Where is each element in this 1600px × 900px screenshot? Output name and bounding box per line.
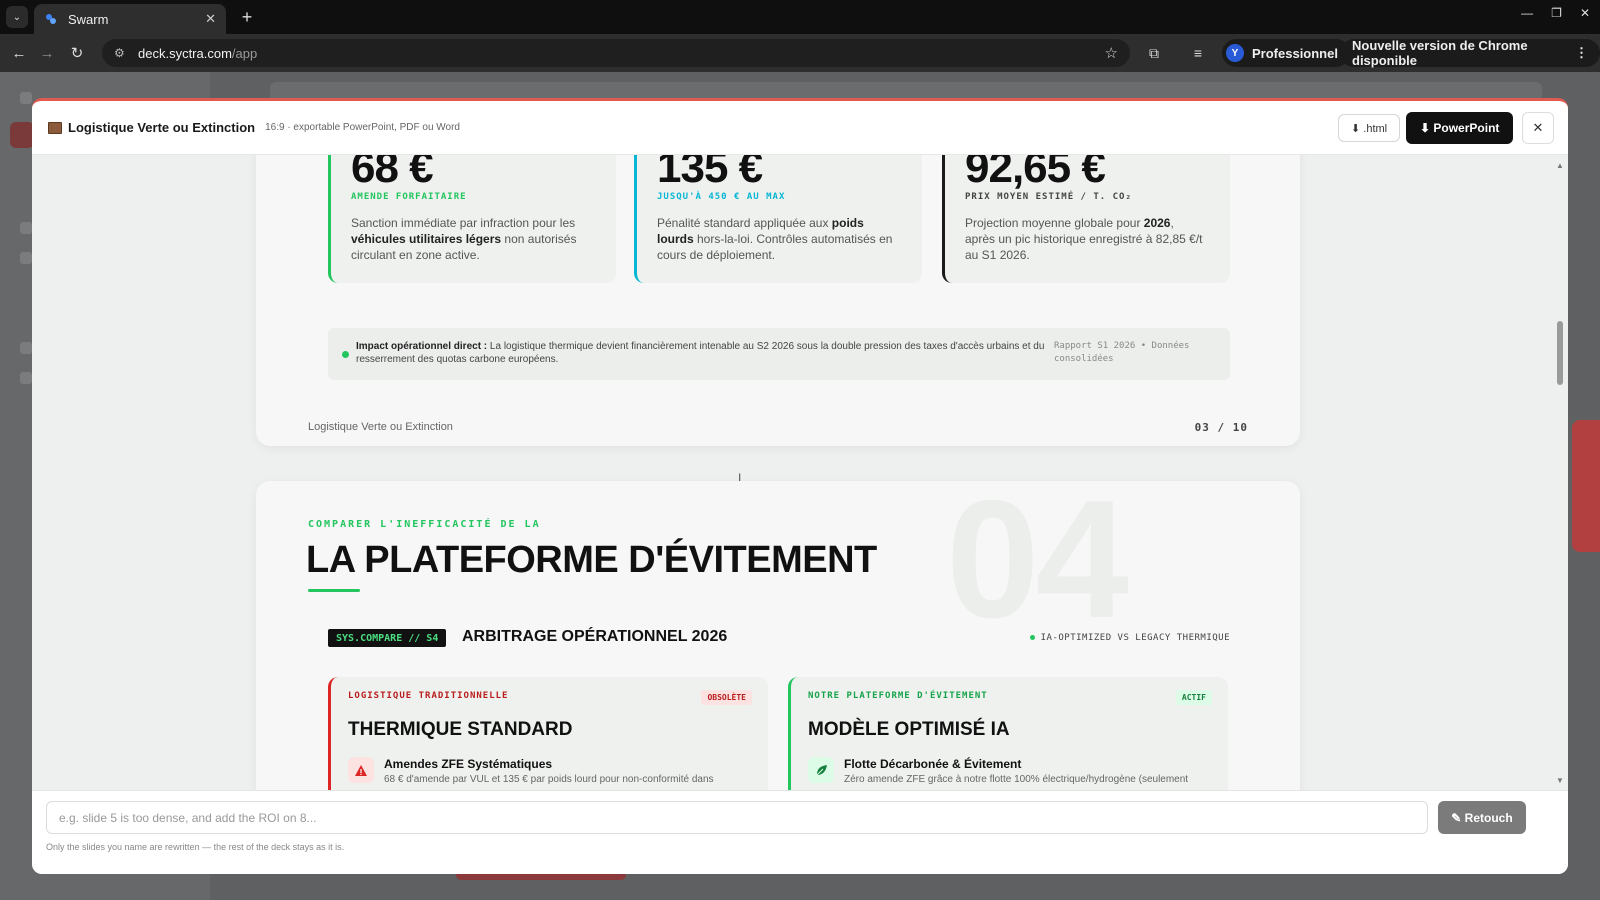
card-item-description: 68 € d'amende par VUL et 135 € par poids… — [384, 774, 714, 785]
media-controls-icon[interactable]: ≡ — [1188, 43, 1208, 63]
stat-card-heavy-fine: 135 € JUSQU'À 450 € AU MAX Pénalité stan… — [634, 155, 922, 283]
comparison-legend: IA-OPTIMIZED VS LEGACY THERMIQUE — [1029, 633, 1230, 643]
slide-page-number: 03 / 10 — [1194, 421, 1248, 434]
stat-caption: JUSQU'À 450 € AU MAX — [657, 192, 786, 202]
card-title: THERMIQUE STANDARD — [348, 719, 573, 740]
slide-kicker: COMPARER L'INEFFICACITÉ DE LA — [308, 519, 541, 530]
reload-icon[interactable]: ↻ — [66, 42, 88, 64]
status-dot — [342, 351, 349, 358]
retouch-prompt-bar: ✎ Retouch Only the slides you name are r… — [32, 790, 1568, 874]
retouch-input[interactable] — [46, 801, 1428, 834]
tab-strip: ⌄ Swarm ✕ + — ❐ ✕ — [0, 0, 1600, 34]
warning-icon — [348, 757, 374, 783]
obsolete-badge: OBSOLÈTE — [701, 690, 752, 705]
scroll-up-icon[interactable]: ▲ — [1556, 161, 1564, 170]
sidebar-icon — [20, 92, 32, 104]
modal-subtitle: 16:9 · exportable PowerPoint, PDF ou Wor… — [265, 122, 460, 133]
site-info-icon[interactable]: ⚙ — [114, 46, 130, 60]
stat-value: 68 € — [351, 155, 434, 192]
sidebar-icon — [20, 342, 32, 354]
deck-preview-modal: Logistique Verte ou Extinction 16:9 · ex… — [32, 98, 1568, 874]
avatar: Y — [1226, 44, 1244, 62]
arbitrage-title: ARBITRAGE OPÉRATIONNEL 2026 — [462, 628, 728, 645]
swarm-favicon-icon — [44, 12, 58, 26]
kebab-menu-icon[interactable]: ⋮ — [1575, 45, 1588, 61]
avoidance-platform-card: NOTRE PLATEFORME D'ÉVITEMENT ACTIF MODÈL… — [788, 677, 1228, 790]
profile-label: Professionnel — [1252, 45, 1338, 61]
card-item-title: Flotte Décarbonée & Évitement — [844, 757, 1022, 771]
minimize-icon[interactable]: — — [1521, 6, 1533, 20]
back-icon[interactable]: ← — [8, 42, 30, 64]
slides-viewer[interactable]: 68 € AMENDE FORFAITAIRE Sanction immédia… — [32, 155, 1568, 790]
slide-footer-title: Logistique Verte ou Extinction — [308, 421, 453, 433]
card-title: MODÈLE OPTIMISÉ IA — [808, 719, 1010, 740]
modal-title: Logistique Verte ou Extinction — [68, 120, 256, 135]
browser-toolbar: ← → ↻ ⚙ deck.syctra.com/app ☆ ⧉ ≡ Y Prof… — [0, 34, 1600, 72]
slide-04: 04 COMPARER L'INEFFICACITÉ DE LA LA PLAT… — [256, 481, 1300, 790]
restore-icon[interactable]: ❐ — [1551, 6, 1562, 20]
stat-description: Pénalité standard appliquée aux poids lo… — [657, 216, 893, 262]
sidebar-icon — [20, 252, 32, 264]
feedback-tab[interactable] — [1572, 420, 1600, 552]
sidebar-icon — [20, 372, 32, 384]
new-tab-button[interactable]: + — [236, 6, 258, 28]
profile-button[interactable]: Y Professionnel — [1222, 39, 1350, 67]
stat-description: Sanction immédiate par infraction pour l… — [351, 216, 577, 262]
card-item-description: Zéro amende ZFE grâce à notre flotte 100… — [844, 774, 1189, 785]
download-powerpoint-button[interactable]: ⬇ PowerPoint — [1406, 112, 1514, 144]
update-label: Nouvelle version de Chrome disponible — [1352, 38, 1528, 68]
slide-title: LA PLATEFORME D'ÉVITEMENT — [306, 539, 877, 581]
tab-close-icon[interactable]: ✕ — [205, 11, 216, 27]
slide-03: 68 € AMENDE FORFAITAIRE Sanction immédia… — [256, 155, 1300, 446]
bookmark-star-icon[interactable]: ☆ — [1105, 44, 1118, 62]
viewer-scrollbar[interactable]: ▲ ▼ — [1556, 161, 1564, 785]
close-modal-button[interactable]: ✕ — [1522, 112, 1554, 144]
retouch-button[interactable]: ✎ Retouch — [1438, 801, 1526, 834]
sidebar-icon — [20, 222, 32, 234]
tab-swarm[interactable]: Swarm ✕ — [34, 4, 226, 34]
scroll-down-icon[interactable]: ▼ — [1556, 776, 1564, 785]
tab-search-button[interactable]: ⌄ — [6, 6, 28, 28]
card-label: NOTRE PLATEFORME D'ÉVITEMENT — [808, 691, 988, 701]
extensions-icon[interactable]: ⧉ — [1144, 43, 1164, 63]
card-label: LOGISTIQUE TRADITIONNELLE — [348, 691, 509, 701]
card-item-title: Amendes ZFE Systématiques — [384, 757, 553, 771]
deck-icon — [48, 121, 62, 134]
download-html-button[interactable]: ⬇ .html — [1338, 114, 1401, 142]
scroll-thumb[interactable] — [1557, 321, 1563, 385]
address-bar[interactable]: ⚙ deck.syctra.com/app ☆ — [102, 39, 1130, 67]
legend-dot — [1029, 635, 1035, 640]
forward-icon[interactable]: → — [36, 42, 58, 64]
stat-value: 92,65 € — [965, 155, 1106, 192]
stat-caption: AMENDE FORFAITAIRE — [351, 192, 467, 202]
active-badge: ACTIF — [1175, 690, 1212, 705]
url-path: /app — [231, 45, 258, 61]
retouch-hint: Only the slides you name are rewritten —… — [46, 842, 345, 852]
slide-number-watermark: 04 — [946, 481, 1129, 653]
chrome-update-button[interactable]: Nouvelle version de Chrome disponible ⋮ — [1340, 38, 1600, 68]
stat-description: Projection moyenne globale pour 2026, ap… — [965, 216, 1203, 262]
modal-header: Logistique Verte ou Extinction 16:9 · ex… — [32, 101, 1568, 155]
stat-value: 135 € — [657, 155, 763, 192]
stat-card-carbon-price: 92,65 € PRIX MOYEN ESTIMÉ / T. CO₂ Proje… — [942, 155, 1230, 283]
impact-text: Impact opérationnel direct : La logistiq… — [356, 341, 1045, 365]
stat-card-vul-fine: 68 € AMENDE FORFAITAIRE Sanction immédia… — [328, 155, 616, 283]
impact-callout: Impact opérationnel direct : La logistiq… — [328, 328, 1230, 380]
app-active-chip — [10, 122, 34, 148]
window-controls: — ❐ ✕ — [1521, 6, 1590, 20]
sys-compare-badge: SYS.COMPARE // S4 — [328, 629, 447, 647]
impact-source: Rapport S1 2026 • Données consolidées — [1054, 341, 1190, 364]
traditional-logistics-card: LOGISTIQUE TRADITIONNELLE OBSOLÈTE THERM… — [328, 677, 768, 790]
url-domain: deck.syctra.com — [138, 45, 232, 61]
tab-title: Swarm — [68, 11, 109, 27]
window-close-icon[interactable]: ✕ — [1580, 6, 1590, 20]
title-underline — [308, 589, 360, 592]
leaf-icon — [808, 757, 834, 783]
stat-caption: PRIX MOYEN ESTIMÉ / T. CO₂ — [965, 192, 1132, 202]
